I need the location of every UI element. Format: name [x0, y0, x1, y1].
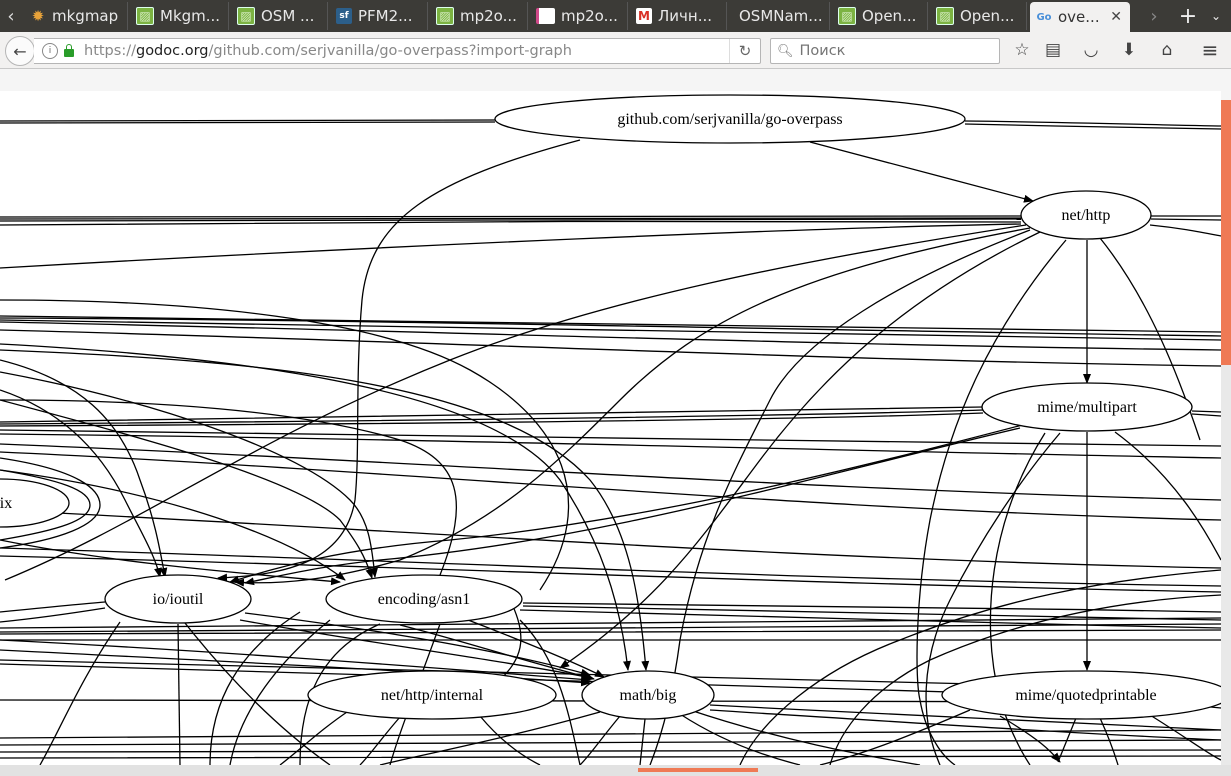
search-input[interactable] — [797, 42, 992, 60]
graph-node-big[interactable]: math/big — [581, 670, 715, 720]
graph-node-ix[interactable]: ix — [0, 478, 70, 528]
graph-node-label: net/http — [1062, 207, 1111, 224]
tab-title: OSMNam... — [739, 7, 823, 25]
graph-node-label: io/ioutil — [153, 591, 204, 608]
download-icon: ⬇ — [1121, 40, 1137, 60]
map-icon: ▨ — [838, 7, 856, 25]
map-icon: ▨ — [936, 7, 954, 25]
import-graph-svg: github.com/serjvanilla/go-overpass net/ht… — [0, 94, 1221, 765]
url-text[interactable]: https://godoc.org/github.com/serjvanilla… — [84, 43, 572, 59]
graph-node-label: math/big — [620, 687, 677, 704]
tab-3[interactable]: ▨ OSM ... — [231, 2, 328, 30]
lock-icon[interactable] — [64, 44, 74, 57]
tab-10[interactable]: ▨ Open... — [930, 2, 1027, 30]
navigation-toolbar: ← i https://godoc.org/github.com/serjvan… — [0, 32, 1231, 69]
tab-title: Личн... — [658, 7, 713, 25]
tab-title: mp2o... — [561, 7, 618, 25]
graph-node-label: mime/quotedprintable — [1015, 687, 1156, 704]
tab-11[interactable]: Go ove... ✕ — [1030, 2, 1130, 32]
hamburger-icon: ≡ — [1201, 38, 1219, 62]
vertical-scroll-thumb[interactable] — [1221, 100, 1231, 365]
map-icon: ▨ — [136, 7, 154, 25]
reload-button[interactable]: ↻ — [729, 39, 760, 63]
tab-1[interactable]: ✹ mkgmap — [24, 2, 128, 30]
tab-8[interactable]: OSMNam... — [729, 2, 830, 30]
tab-6[interactable]: mp2o... — [530, 2, 628, 30]
tab-title: Mkgm... — [160, 7, 221, 25]
graph-node-label: ix — [0, 495, 12, 512]
page-icon — [536, 8, 555, 24]
chevron-left-icon: ‹ — [7, 5, 15, 27]
url-bar[interactable]: i https://godoc.org/github.com/serjvanil… — [34, 38, 761, 64]
reader-list-button[interactable]: ▤ — [1040, 38, 1066, 62]
reload-icon: ↻ — [738, 42, 752, 60]
url-domain: godoc.org — [135, 43, 209, 59]
import-graph[interactable]: github.com/serjvanilla/go-overpass net/ht… — [0, 91, 1221, 765]
tab-7[interactable]: M Личн... — [630, 2, 727, 30]
tab-list-button[interactable]: ⌄ — [1205, 0, 1227, 32]
tab-title: Open... — [862, 7, 917, 25]
horizontal-scroll-thumb[interactable] — [638, 768, 758, 772]
new-tab-button[interactable]: + — [1173, 0, 1203, 32]
mail-icon: M — [636, 8, 652, 24]
graph-node-nethttp[interactable]: net/http — [1020, 190, 1152, 240]
menu-button[interactable]: ≡ — [1197, 38, 1223, 62]
vertical-scrollbar[interactable] — [1221, 100, 1231, 765]
graph-node-ioutil[interactable]: io/ioutil — [104, 574, 252, 624]
tab-title: Open... — [960, 7, 1015, 25]
search-bar[interactable]: 🔍︎ — [770, 38, 1000, 64]
tab-title: PFM2... — [358, 7, 413, 25]
plus-icon: + — [1178, 3, 1198, 29]
graph-node-root[interactable]: github.com/serjvanilla/go-overpass — [494, 94, 966, 144]
tab-scroll-left-button[interactable]: ‹ — [0, 0, 22, 32]
search-icon: 🔍︎ — [777, 43, 794, 59]
home-icon: ⌂ — [1161, 40, 1173, 60]
graph-node-asn1[interactable]: encoding/asn1 — [325, 574, 523, 624]
graph-node-label: encoding/asn1 — [378, 591, 470, 608]
gear-icon: ✹ — [31, 7, 45, 25]
map-icon: ▨ — [436, 7, 454, 25]
horizontal-scrollbar[interactable] — [0, 765, 1231, 776]
graph-node-label: net/http/internal — [381, 687, 484, 704]
downloads-button[interactable]: ⬇ — [1116, 38, 1142, 62]
pocket-button[interactable]: ◡ — [1078, 38, 1104, 62]
graph-node-label: github.com/serjvanilla/go-overpass — [617, 111, 842, 128]
info-icon[interactable]: i — [42, 43, 58, 59]
back-button[interactable]: ← — [5, 36, 35, 66]
godoc-icon: Go — [1036, 11, 1052, 23]
sourceforge-icon: sf — [336, 8, 352, 24]
map-icon: ▨ — [237, 7, 255, 25]
tab-bar: ‹ ✹ mkgmap ▨ Mkgm... ▨ OSM ... sf PFM2... ▨ mp2o.… — [0, 0, 1231, 32]
tab-scroll-right-button[interactable]: › — [1143, 0, 1165, 32]
graph-node-internal[interactable]: net/http/internal — [307, 670, 557, 720]
pocket-icon: ◡ — [1083, 40, 1099, 60]
tab-title: mkgmap — [52, 7, 119, 25]
arrow-left-icon: ← — [13, 41, 27, 61]
page-content: github.com/serjvanilla/go-overpass net/ht… — [0, 69, 1231, 776]
tab-title: ove... — [1058, 8, 1100, 26]
tab-9[interactable]: ▨ Open... — [832, 2, 928, 30]
tab-5[interactable]: ▨ mp2o... — [430, 2, 528, 30]
tab-title: mp2o... — [460, 7, 517, 25]
bookmark-star-button[interactable]: ☆ — [1009, 38, 1035, 62]
close-tab-icon[interactable]: ✕ — [1110, 9, 1122, 25]
tab-title: OSM ... — [261, 7, 315, 25]
chevron-right-icon: › — [1150, 5, 1158, 27]
home-button[interactable]: ⌂ — [1154, 38, 1180, 62]
tab-2[interactable]: ▨ Mkgm... — [130, 2, 229, 30]
graph-node-label: mime/multipart — [1037, 399, 1137, 416]
graph-node-qp[interactable]: mime/quotedprintable — [941, 670, 1221, 720]
graph-node-multipart[interactable]: mime/multipart — [981, 382, 1193, 432]
tab-4[interactable]: sf PFM2... — [330, 2, 428, 30]
star-icon: ☆ — [1014, 40, 1030, 60]
clipboard-icon: ▤ — [1044, 40, 1062, 60]
chevron-down-icon: ⌄ — [1210, 9, 1222, 23]
